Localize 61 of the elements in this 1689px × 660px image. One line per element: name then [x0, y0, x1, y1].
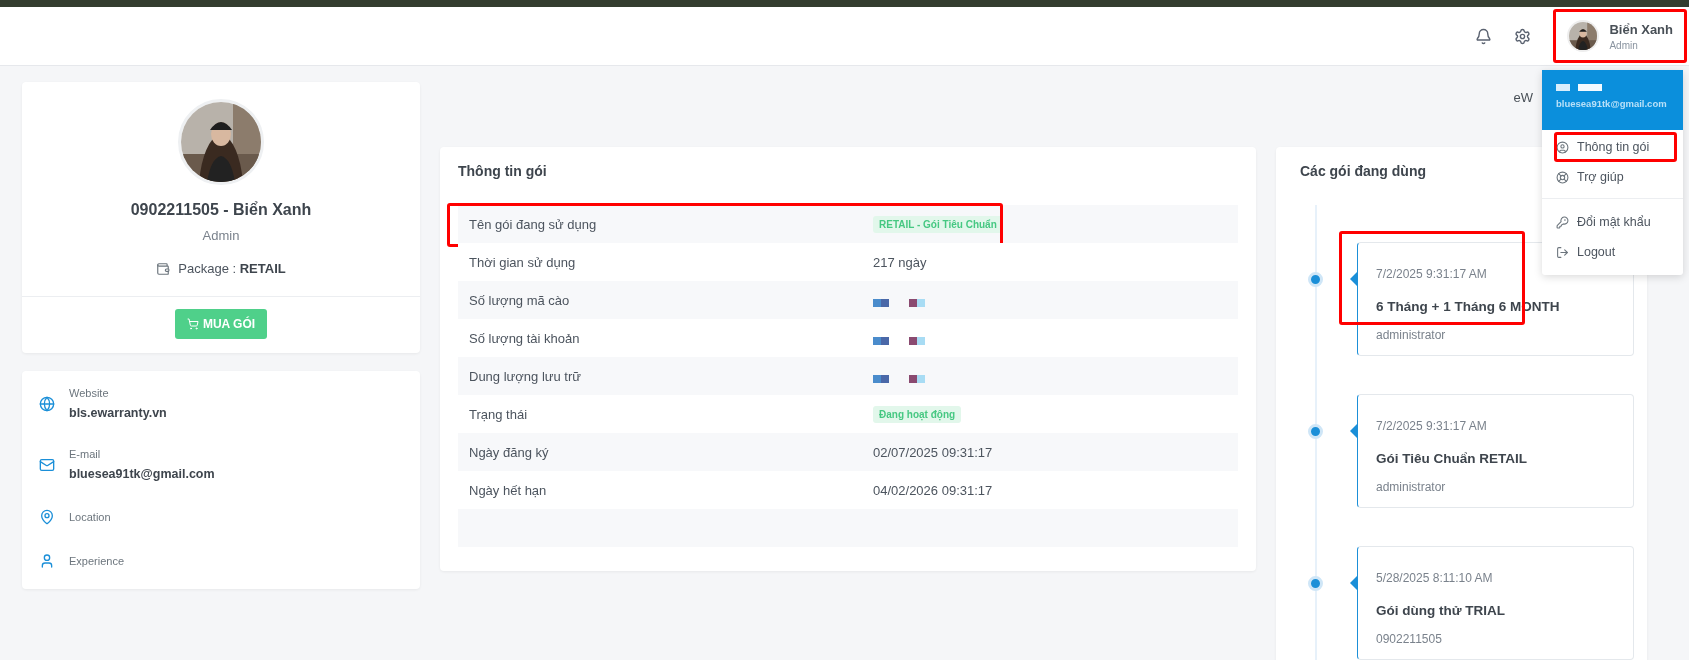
row-label: Dung lượng lưu trữ	[469, 368, 582, 384]
website-icon	[39, 395, 55, 412]
redacted-name-drawing	[1556, 84, 1602, 91]
menu-item[interactable]: Thông tin gói	[1542, 130, 1683, 162]
experience-icon	[39, 553, 55, 569]
row-label: Trạng thái	[469, 406, 529, 422]
pointer-icon	[1350, 271, 1358, 287]
location-icon	[39, 509, 55, 525]
status-badge: Đang hoạt động	[873, 405, 962, 423]
row-label: Ngày hết hạn	[469, 482, 548, 498]
redacted-value-drawing	[873, 375, 925, 383]
contact-value: bls.ewarranty.vn	[69, 406, 167, 420]
contact-value: bluesea91tk@gmail.com	[69, 467, 215, 481]
status-badge: RETAIL - Gói Tiêu Chuẩn	[873, 215, 1003, 233]
package-icon	[1556, 140, 1569, 154]
value-text: 02/07/2025 09:31:17	[873, 444, 994, 460]
contact-label: Experience	[69, 555, 125, 567]
timeline-author: administrator	[1376, 328, 1447, 342]
timeline-dot	[1308, 576, 1323, 591]
row-label: Ngày đăng ký	[469, 444, 550, 460]
menu-email: bluesea91tk@gmail.com	[1556, 98, 1668, 109]
timeline-title: Gói dùng thử TRIAL	[1376, 603, 1506, 618]
row-label: Tên gói đang sử dụng	[469, 216, 598, 232]
timeline-author: administrator	[1376, 480, 1447, 494]
row-label: Số lượng mã cào	[469, 292, 571, 308]
profile-name: 0902211505 - Biển Xanh	[130, 201, 312, 219]
user-menu-button[interactable]: Biển Xanh Admin	[1553, 14, 1677, 58]
timeline-date: 7/2/2025 9:31:17 AM	[1376, 267, 1488, 281]
pointer-icon	[1350, 575, 1358, 591]
contact-label: E-mail	[69, 448, 102, 460]
row-label: Số lượng tài khoản	[469, 330, 581, 346]
menu-item[interactable]: Logout	[1542, 237, 1683, 267]
timeline-date: 7/2/2025 9:31:17 AM	[1376, 419, 1488, 433]
package-label: Package : RETAIL	[178, 261, 286, 276]
redacted-value-drawing	[873, 299, 925, 307]
password-icon	[1556, 215, 1569, 229]
timeline-date: 5/28/2025 8:11:10 AM	[1376, 571, 1494, 585]
email-icon	[39, 456, 55, 473]
value-text: 04/02/2026 09:31:17	[873, 482, 994, 498]
notification-icon[interactable]	[1475, 27, 1493, 45]
contact-label: Location	[69, 511, 111, 523]
menu-item[interactable]: Trợ giúp	[1542, 162, 1683, 192]
profile-role: Admin	[202, 228, 240, 243]
wallet-icon	[156, 261, 171, 276]
timeline-dot	[1308, 424, 1323, 439]
value-text: 217 ngày	[873, 254, 928, 270]
pointer-icon	[1350, 423, 1358, 439]
settings-icon[interactable]	[1514, 27, 1532, 45]
help-icon	[1556, 170, 1569, 184]
timeline-title: Gói Tiêu Chuẩn RETAIL	[1376, 451, 1528, 466]
card-title: Các gói đang dùng	[1300, 163, 1426, 179]
timeline-dot	[1308, 272, 1323, 287]
breadcrumb-text: eW	[1513, 90, 1533, 105]
cart-icon	[186, 318, 199, 330]
timeline-author: 0902211505	[1376, 632, 1443, 646]
logout-icon	[1556, 245, 1569, 259]
menu-item[interactable]: Đổi mật khẩu	[1542, 207, 1683, 237]
contact-label: Website	[69, 387, 110, 399]
row-label: Thời gian sử dụng	[469, 254, 577, 270]
redacted-value-drawing	[873, 337, 925, 345]
card-title: Thông tin gói	[458, 163, 547, 179]
